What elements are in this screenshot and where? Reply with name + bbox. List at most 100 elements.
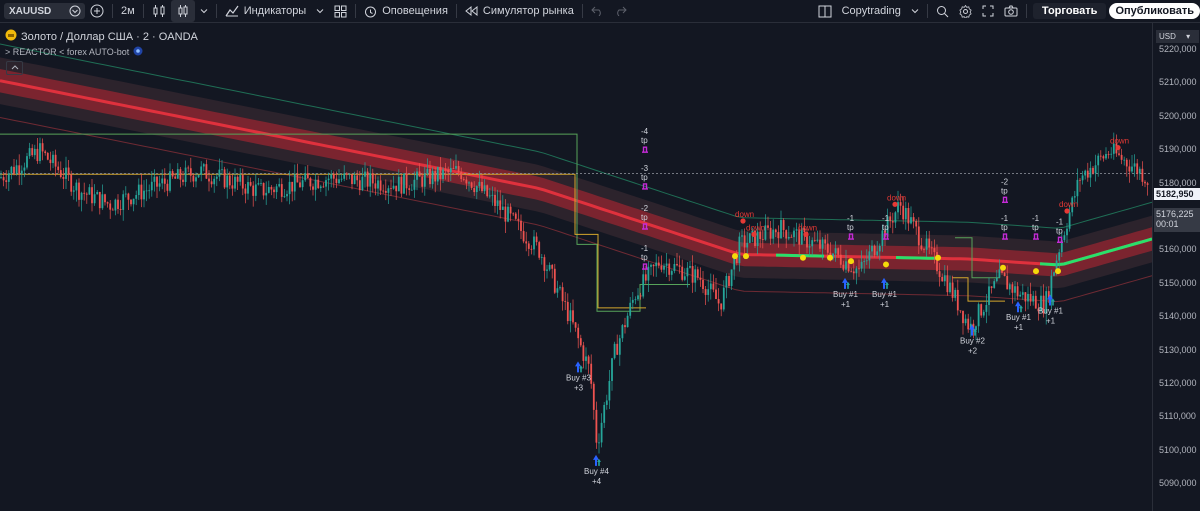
currency-selector[interactable]: USD ▾ [1156, 30, 1199, 43]
candle-body [470, 182, 473, 189]
candle [408, 185, 411, 196]
tp-text: tp [847, 223, 854, 232]
trade-button[interactable]: Торговать [1032, 3, 1107, 19]
candle [291, 181, 294, 202]
candle [304, 166, 307, 182]
candle-body [2, 177, 5, 181]
symbol-settings-icon[interactable] [69, 5, 81, 17]
candle [522, 222, 525, 244]
candle-body [761, 238, 764, 240]
chevron-down-icon[interactable] [906, 0, 924, 22]
divider [112, 4, 113, 18]
fullscreen-icon[interactable] [977, 0, 999, 22]
price-scale[interactable]: 5220,000 5210,000 5200,000 5190,000 5180,000… [1152, 23, 1200, 511]
chevron-down-icon[interactable] [311, 0, 329, 22]
candle-body [423, 173, 426, 187]
candle [598, 433, 600, 454]
candle-body [213, 178, 216, 185]
buy-arrow-icon [1019, 305, 1023, 313]
candle-body [301, 180, 304, 188]
candle-body [777, 232, 780, 239]
candle [642, 269, 645, 299]
candle [910, 206, 912, 225]
tp-number: -3 [641, 164, 649, 173]
undo-icon[interactable] [586, 0, 609, 22]
add-symbol-icon[interactable] [85, 0, 109, 22]
candle-body [813, 240, 816, 241]
publish-button[interactable]: Опубликовать [1109, 3, 1200, 19]
candle [114, 198, 117, 216]
candle-body [5, 180, 8, 182]
indicators-button[interactable]: Индикаторы [220, 0, 312, 22]
alerts-button[interactable]: Оповещения [359, 0, 453, 22]
candle-body [663, 265, 665, 270]
replay-button[interactable]: Симулятор рынка [460, 0, 579, 22]
candle-body [626, 315, 629, 328]
candle [702, 271, 704, 294]
candle-body [85, 193, 88, 195]
candle [197, 174, 200, 178]
candle-body [543, 257, 546, 271]
candle [982, 309, 985, 318]
layout-columns-icon[interactable] [813, 0, 837, 22]
candle-body [634, 299, 637, 301]
tp-number: -1 [641, 244, 649, 253]
gear-icon[interactable] [954, 0, 977, 22]
rewind-icon [465, 6, 478, 16]
candle [725, 273, 728, 299]
candle-body [629, 302, 632, 316]
indicator-legend[interactable]: > REACTOR < forex AUTO-bot [5, 46, 143, 58]
candle-body [538, 242, 541, 258]
candle-body [78, 182, 80, 200]
buy-marker: Buy #3+3 [566, 361, 591, 392]
candle-body [642, 274, 645, 297]
candle-body [444, 169, 447, 171]
interval-button[interactable]: 2м [116, 0, 140, 22]
symbol-search[interactable]: XAUUSD [4, 3, 85, 19]
candle [96, 190, 99, 195]
price-chart[interactable]: downdown downdowndowndown-4tp-3tp-2tp-1tp… [0, 23, 1152, 511]
copytrading-button[interactable]: Copytrading [837, 0, 906, 22]
candle-body [837, 248, 840, 255]
candle-body [1097, 155, 1100, 166]
candle [189, 157, 192, 183]
candle-body [122, 194, 125, 210]
candle [260, 178, 262, 187]
hollow-candles-icon[interactable] [170, 0, 195, 22]
candle [182, 171, 184, 186]
candle-body [197, 174, 200, 178]
candle-body [985, 304, 988, 312]
candle [192, 173, 195, 188]
candle [80, 191, 83, 212]
search-icon[interactable] [931, 0, 954, 22]
layouts-grid-icon[interactable] [329, 0, 352, 22]
candle-body [501, 206, 504, 210]
candles-icon[interactable] [147, 0, 171, 22]
candle-body [327, 178, 330, 181]
down-dot [740, 218, 746, 224]
candle [119, 200, 122, 216]
candle-body [439, 166, 442, 179]
candle-body [904, 208, 907, 220]
signal-dot [935, 254, 941, 261]
candle [340, 173, 343, 182]
candle-body [1016, 286, 1019, 297]
collapse-legend-button[interactable] [6, 61, 23, 75]
candle-body [340, 178, 343, 180]
candle-body [668, 263, 671, 275]
indicator-name: > REACTOR < forex AUTO-bot [5, 47, 130, 57]
redo-icon[interactable] [609, 0, 632, 22]
candle-body [483, 185, 486, 192]
symbol-legend[interactable]: Золото / Доллар США · 2 · OANDA [5, 29, 198, 44]
candle-body [546, 269, 548, 271]
candle-body [387, 188, 390, 193]
chevron-down-icon[interactable] [195, 0, 213, 22]
divider [926, 4, 928, 18]
candle-body [793, 230, 795, 238]
camera-icon[interactable] [999, 0, 1023, 22]
candle-body [1107, 153, 1110, 155]
divider [142, 4, 144, 18]
candle [41, 138, 44, 161]
candle-body [967, 318, 970, 330]
buy-marker: Buy #1+1 [833, 277, 858, 309]
